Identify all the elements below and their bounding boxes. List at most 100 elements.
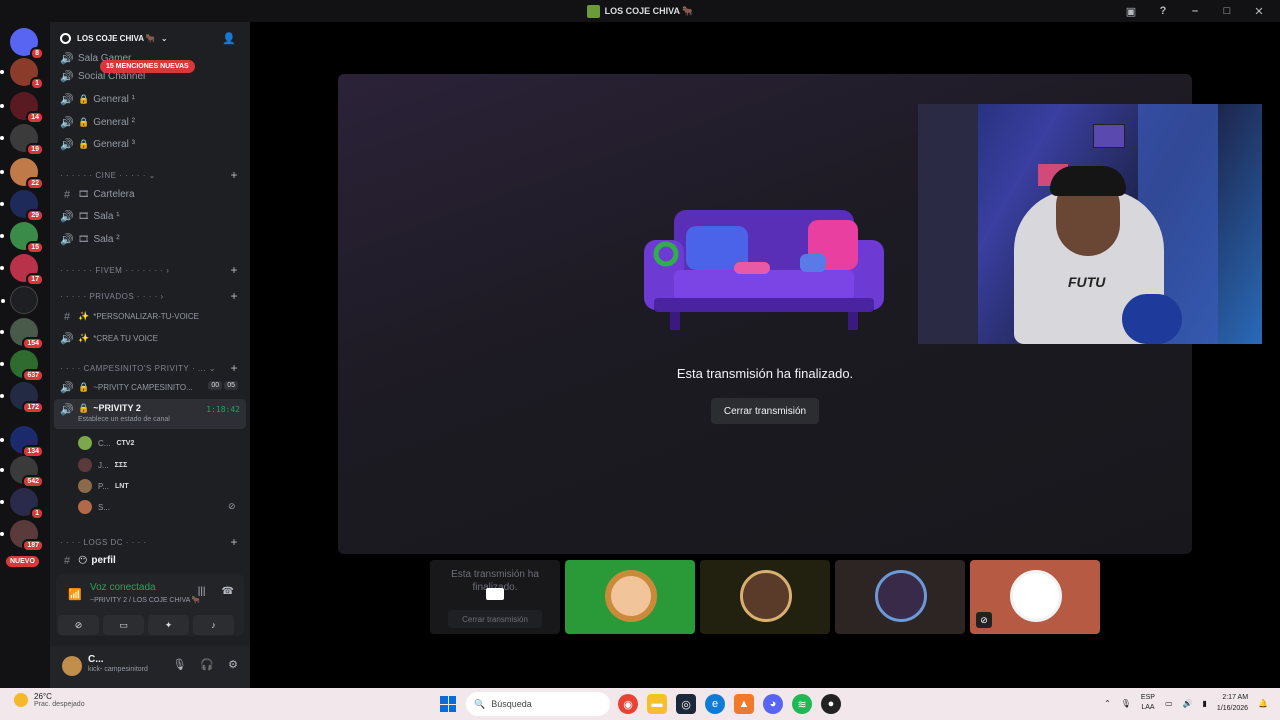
headphones-icon[interactable]: 🎧: [200, 658, 214, 671]
activities-button[interactable]: ✦: [148, 615, 189, 635]
spotify-icon[interactable]: ≋: [792, 694, 812, 714]
channel-general-3[interactable]: 🔊 🔒 General ³: [54, 134, 246, 155]
server-icon-11[interactable]: 172: [0, 382, 44, 414]
participant-tile-2[interactable]: [700, 560, 830, 634]
server-icon-6[interactable]: 15: [0, 222, 44, 254]
category-label: PRIVADOS: [89, 291, 135, 301]
taskbar-search[interactable]: 🔍 Búsqueda: [466, 692, 610, 716]
category-logs[interactable]: · · · · LOGS DC · · · · +: [60, 534, 246, 550]
channel-cartelera[interactable]: # 🎞 Cartelera: [54, 184, 246, 205]
notification-icon[interactable]: 🔔: [1258, 699, 1268, 708]
channel-general-1[interactable]: 🔊 🔒 General ¹: [54, 89, 246, 110]
network-icon[interactable]: ▭: [1165, 699, 1173, 708]
channel-personalizar[interactable]: # ✨ *PERSONALIZAR-TU-VOICE: [54, 306, 246, 327]
sparkle-icon: ✨: [78, 333, 90, 343]
server-icon-3[interactable]: 19: [0, 124, 44, 156]
channel-privity-campesinito[interactable]: 🔊 🔒 ~PRIVITY CAMPESINITO... 00 05: [54, 377, 246, 398]
close-stream-button[interactable]: Cerrar transmisión: [711, 398, 819, 424]
channel-general-2[interactable]: 🔊 🔒 General ²: [54, 112, 246, 133]
voice-location[interactable]: ~PRIVITY 2 / LOS COJE CHIVA 🐂: [90, 596, 201, 604]
maximize-icon[interactable]: □: [1220, 4, 1234, 18]
avatar[interactable]: [62, 656, 82, 676]
chevron-up-icon[interactable]: ⌃: [1104, 699, 1111, 708]
server-icon-8[interactable]: [1, 286, 38, 314]
category-label: CINE: [95, 170, 117, 180]
volume-icon[interactable]: 🔊: [1183, 699, 1193, 708]
channel-status[interactable]: Establece un estado de canal: [78, 416, 170, 423]
disconnect-icon[interactable]: ☎: [222, 586, 234, 597]
participant-tile-1[interactable]: [565, 560, 695, 634]
channel-sala-1[interactable]: 🔊 🎞 Sala ¹: [54, 206, 246, 227]
steam-icon[interactable]: ◎: [676, 694, 696, 714]
server-icon-13[interactable]: 542: [0, 456, 44, 488]
server-icon-4[interactable]: 22: [0, 158, 44, 190]
edge-icon[interactable]: e: [705, 694, 725, 714]
server-icon-15[interactable]: 187: [0, 520, 44, 552]
start-button[interactable]: [440, 696, 456, 712]
participant-tile-3[interactable]: [835, 560, 965, 634]
category-campesinito[interactable]: · · · · CAMPESINITO'S PRIVITY · ... ⌄ +: [60, 360, 246, 376]
server-badge: 15: [26, 241, 44, 254]
server-icon-9[interactable]: 154: [0, 318, 44, 350]
voice-user[interactable]: P... LNT: [78, 477, 129, 495]
server-icon-2[interactable]: 14: [0, 92, 44, 124]
add-channel-icon[interactable]: +: [230, 168, 238, 182]
channel-crea-voice[interactable]: 🔊 ✨ *CREA TU VOICE: [54, 328, 246, 349]
voice-user[interactable]: J... ΣΣΣ: [78, 456, 127, 474]
stream-ended-tile[interactable]: Esta transmisión ha finalizado. Cerrar t…: [430, 560, 560, 634]
add-channel-icon[interactable]: +: [230, 361, 238, 375]
server-icon-5[interactable]: 29: [0, 190, 44, 222]
discord-home-icon[interactable]: 8: [10, 28, 44, 60]
category-cine[interactable]: · · · · · · CINE · · · · · ⌄ +: [60, 167, 246, 183]
screen-share-button[interactable]: ▭: [103, 615, 144, 635]
server-icon-7[interactable]: 17: [0, 254, 44, 286]
soundboard-button[interactable]: ♪: [193, 615, 234, 635]
voice-user[interactable]: C... CTV2: [78, 434, 134, 452]
language-indicator[interactable]: ESP LAA: [1141, 693, 1155, 713]
category-privados[interactable]: · · · · · PRIVADOS · · · · › +: [60, 288, 246, 304]
channel-perfil[interactable]: # 😶 perfil: [54, 550, 246, 571]
tile-close-stream-button[interactable]: Cerrar transmisión: [448, 610, 542, 628]
chrome-icon[interactable]: ◉: [618, 694, 638, 714]
channel-privity-2[interactable]: 🔊 🔒 ~PRIVITY 2 1:18:42 Establece un esta…: [54, 399, 246, 429]
voice-user[interactable]: S...: [78, 498, 110, 516]
new-badge[interactable]: NUEVO: [6, 556, 39, 567]
clock[interactable]: 2:17 AM 1/16/2026: [1217, 692, 1248, 714]
microphone-icon[interactable]: 🎙: [1121, 699, 1131, 708]
add-channel-icon[interactable]: +: [230, 535, 238, 549]
minimize-icon[interactable]: –: [1188, 4, 1202, 18]
participant-tile-4[interactable]: ⊘: [970, 560, 1100, 634]
film-icon: 🎞: [78, 189, 90, 199]
avatar: [78, 436, 92, 450]
add-user-icon[interactable]: 👤: [222, 32, 236, 45]
webcam-feed[interactable]: FUTU: [918, 104, 1262, 344]
server-badge: 17: [26, 273, 44, 286]
inbox-icon[interactable]: ▣: [1124, 4, 1138, 18]
battery-icon[interactable]: ▮: [1202, 699, 1206, 708]
server-icon-1[interactable]: 1: [0, 58, 44, 90]
weather-widget[interactable]: 26°C Prac. despejado: [14, 692, 85, 708]
close-icon[interactable]: ✕: [1252, 4, 1266, 18]
add-channel-icon[interactable]: +: [230, 289, 238, 303]
app-icon[interactable]: ▲: [734, 694, 754, 714]
server-badge: 637: [22, 369, 44, 382]
avatar: [78, 500, 92, 514]
camera-off-button[interactable]: ⊘: [58, 615, 99, 635]
server-icon-10[interactable]: 637: [0, 350, 44, 382]
file-explorer-icon[interactable]: ▬: [647, 694, 667, 714]
server-icon-12[interactable]: 134: [0, 426, 44, 458]
mentions-badge[interactable]: 15 MENCIONES NUEVAS: [100, 60, 195, 73]
app-icon[interactable]: ●: [821, 694, 841, 714]
gear-icon[interactable]: ⚙: [228, 658, 238, 671]
discord-icon[interactable]: ◕: [763, 694, 783, 714]
server-badge: 542: [22, 475, 44, 488]
channel-sala-2[interactable]: 🔊 🎞 Sala ²: [54, 229, 246, 250]
noise-suppression-icon[interactable]: |||: [198, 586, 206, 597]
category-fivem[interactable]: · · · · · · FIVEM · · · · · · · › +: [60, 262, 246, 278]
microphone-icon[interactable]: 🎙: [172, 658, 186, 671]
add-channel-icon[interactable]: +: [230, 263, 238, 277]
monitor-icon: [486, 588, 504, 600]
muted-icon: ⊘: [976, 612, 992, 628]
server-icon-14[interactable]: 1: [0, 488, 44, 520]
help-icon[interactable]: ?: [1156, 4, 1170, 18]
